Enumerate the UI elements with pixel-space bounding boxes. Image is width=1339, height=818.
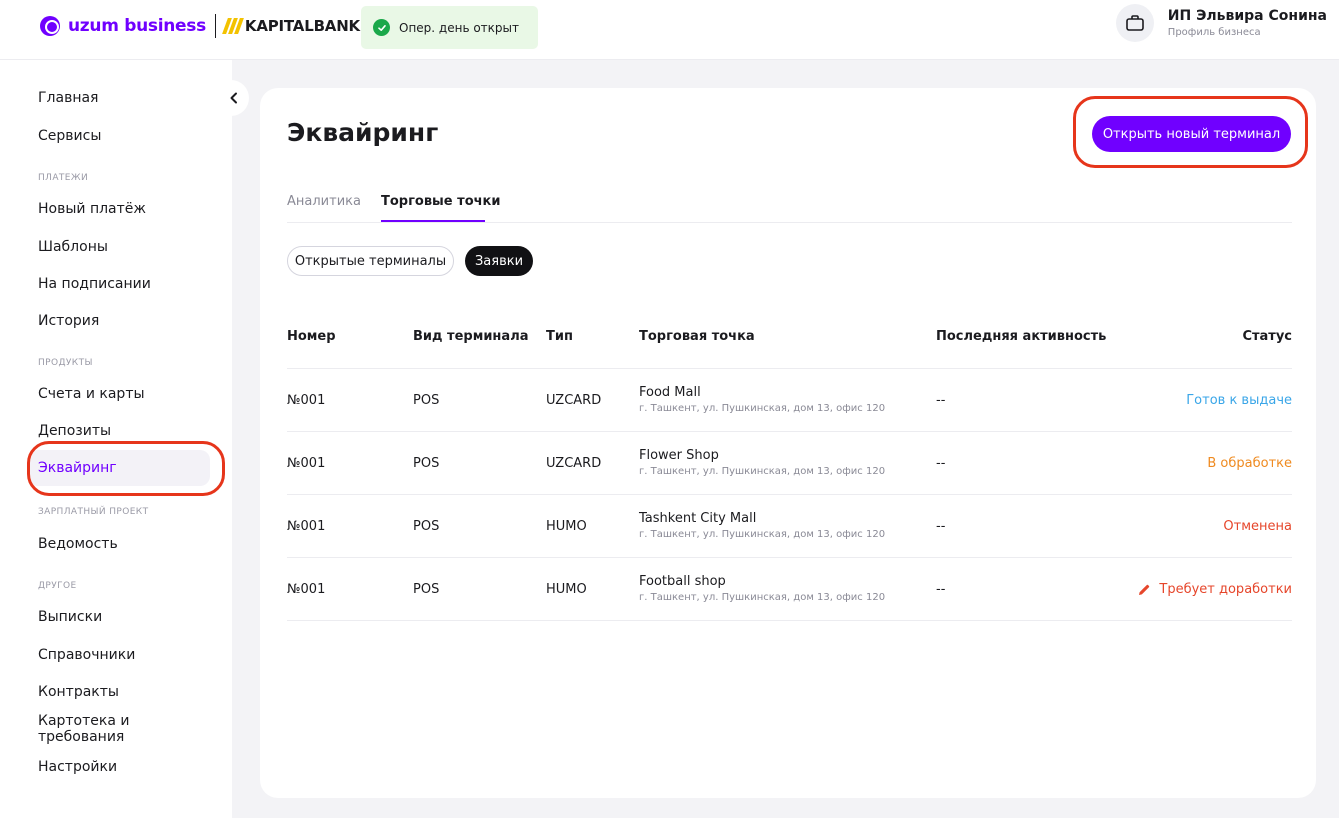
sidebar-item-directories[interactable]: Справочники xyxy=(28,637,210,673)
oper-day-status: Опер. день открыт xyxy=(399,20,519,35)
status-needs-revision[interactable]: Требует доработки xyxy=(1137,582,1292,597)
sidebar-item-settings[interactable]: Настройки xyxy=(28,749,210,785)
cell-trade-point: Football shop xyxy=(639,574,726,589)
chip-requests[interactable]: Заявки xyxy=(465,246,533,276)
table-row[interactable]: №001 POS UZCARD Flower Shop г. Ташкент, … xyxy=(287,431,1292,494)
cell-trade-point-address: г. Ташкент, ул. Пушкинская, дом 13, офис… xyxy=(639,466,886,477)
cell-number: №001 xyxy=(287,519,326,534)
acquiring-highlight xyxy=(27,441,225,496)
cell-last-activity: -- xyxy=(936,519,946,534)
kapitalbank-logo-icon xyxy=(222,18,244,34)
sidebar-item-payroll[interactable]: Ведомость xyxy=(28,526,210,562)
bank-name: KAPITALBANK xyxy=(244,17,360,35)
tab-trade-points[interactable]: Торговые точки xyxy=(381,194,500,209)
oper-day-badge: Опер. день открыт xyxy=(361,6,538,49)
table-row[interactable]: №001 POS HUMO Football shop г. Ташкент, … xyxy=(287,557,1292,620)
sidebar-section-other: ДРУГОЕ xyxy=(38,581,77,591)
chevron-left-icon xyxy=(230,92,237,104)
brand-logo[interactable]: uzum business KAPITALBANK xyxy=(40,14,360,38)
sidebar-item-history[interactable]: История xyxy=(28,303,210,339)
open-terminal-highlight xyxy=(1073,96,1308,168)
cell-number: №001 xyxy=(287,456,326,471)
column-header-status: Статус xyxy=(1242,329,1292,344)
cell-terminal-kind: POS xyxy=(413,456,440,471)
table-row[interactable]: №001 POS HUMO Tashkent City Mall г. Ташк… xyxy=(287,494,1292,557)
briefcase-icon xyxy=(1115,4,1154,42)
sidebar-item-services[interactable]: Сервисы xyxy=(28,118,210,154)
cell-last-activity: -- xyxy=(936,393,946,408)
sidebar-item-new-payment[interactable]: Новый платёж xyxy=(28,191,210,227)
sidebar-item-statements[interactable]: Выписки xyxy=(28,599,210,635)
cell-number: №001 xyxy=(287,393,326,408)
column-header-last-activity: Последняя активность xyxy=(936,329,1107,344)
column-header-terminal-kind: Вид терминала xyxy=(413,329,529,344)
chip-open-terminals[interactable]: Открытые терминалы xyxy=(287,246,454,276)
cell-terminal-kind: POS xyxy=(413,393,440,408)
logo-text: uzum business xyxy=(68,16,206,36)
status-ready: Готов к выдаче xyxy=(1186,393,1292,408)
cell-type: HUMO xyxy=(546,582,587,597)
cell-type: HUMO xyxy=(546,519,587,534)
active-tab-indicator xyxy=(381,220,485,222)
sidebar-item-card-index[interactable]: Картотека и требования xyxy=(28,711,210,747)
cell-number: №001 xyxy=(287,582,326,597)
tabs-divider xyxy=(287,222,1292,223)
status-cancelled: Отменена xyxy=(1223,519,1292,534)
cell-trade-point-address: г. Ташкент, ул. Пушкинская, дом 13, офис… xyxy=(639,529,886,540)
logo-divider xyxy=(214,14,216,38)
sidebar-item-contracts[interactable]: Контракты xyxy=(28,674,210,710)
table-row[interactable]: №001 POS UZCARD Food Mall г. Ташкент, ул… xyxy=(287,368,1292,431)
tab-analytics[interactable]: Аналитика xyxy=(287,194,361,209)
sidebar-item-signing[interactable]: На подписании xyxy=(28,266,210,302)
page-title: Эквайринг xyxy=(287,118,439,147)
column-header-trade-point: Торговая точка xyxy=(639,329,755,344)
check-circle-icon xyxy=(373,19,390,36)
sidebar-item-home[interactable]: Главная xyxy=(28,80,210,116)
cell-trade-point-address: г. Ташкент, ул. Пушкинская, дом 13, офис… xyxy=(639,403,886,414)
cell-terminal-kind: POS xyxy=(413,519,440,534)
sidebar-section-salary: ЗАРПЛАТНЫЙ ПРОЕКТ xyxy=(38,507,149,517)
status-processing: В обработке xyxy=(1207,456,1292,471)
profile-name: ИП Эльвира Сонина xyxy=(1167,8,1327,24)
column-header-type: Тип xyxy=(546,329,573,344)
table-bottom-divider xyxy=(287,620,1292,621)
cell-terminal-kind: POS xyxy=(413,582,440,597)
status-needs-revision-label: Требует доработки xyxy=(1159,582,1292,597)
cell-trade-point-address: г. Ташкент, ул. Пушкинская, дом 13, офис… xyxy=(639,592,886,603)
top-header: uzum business KAPITALBANK Опер. день отк… xyxy=(0,0,1339,60)
cell-type: UZCARD xyxy=(546,456,602,471)
business-profile[interactable]: ИП Эльвира Сонина Профиль бизнеса xyxy=(1115,4,1327,42)
cell-trade-point: Flower Shop xyxy=(639,448,719,463)
sidebar-section-payments: ПЛАТЕЖИ xyxy=(38,173,89,183)
profile-subtitle: Профиль бизнеса xyxy=(1167,27,1261,38)
cell-trade-point: Tashkent City Mall xyxy=(639,511,757,526)
cell-last-activity: -- xyxy=(936,582,946,597)
cell-trade-point: Food Mall xyxy=(639,385,701,400)
sidebar-section-products: ПРОДУКТЫ xyxy=(38,358,93,368)
cell-last-activity: -- xyxy=(936,456,946,471)
pencil-icon xyxy=(1139,584,1150,595)
column-header-number: Номер xyxy=(287,329,336,344)
uzum-logo-icon xyxy=(40,16,60,36)
sidebar-item-templates[interactable]: Шаблоны xyxy=(28,229,210,265)
sidebar-item-accounts[interactable]: Счета и карты xyxy=(28,376,210,412)
cell-type: UZCARD xyxy=(546,393,602,408)
